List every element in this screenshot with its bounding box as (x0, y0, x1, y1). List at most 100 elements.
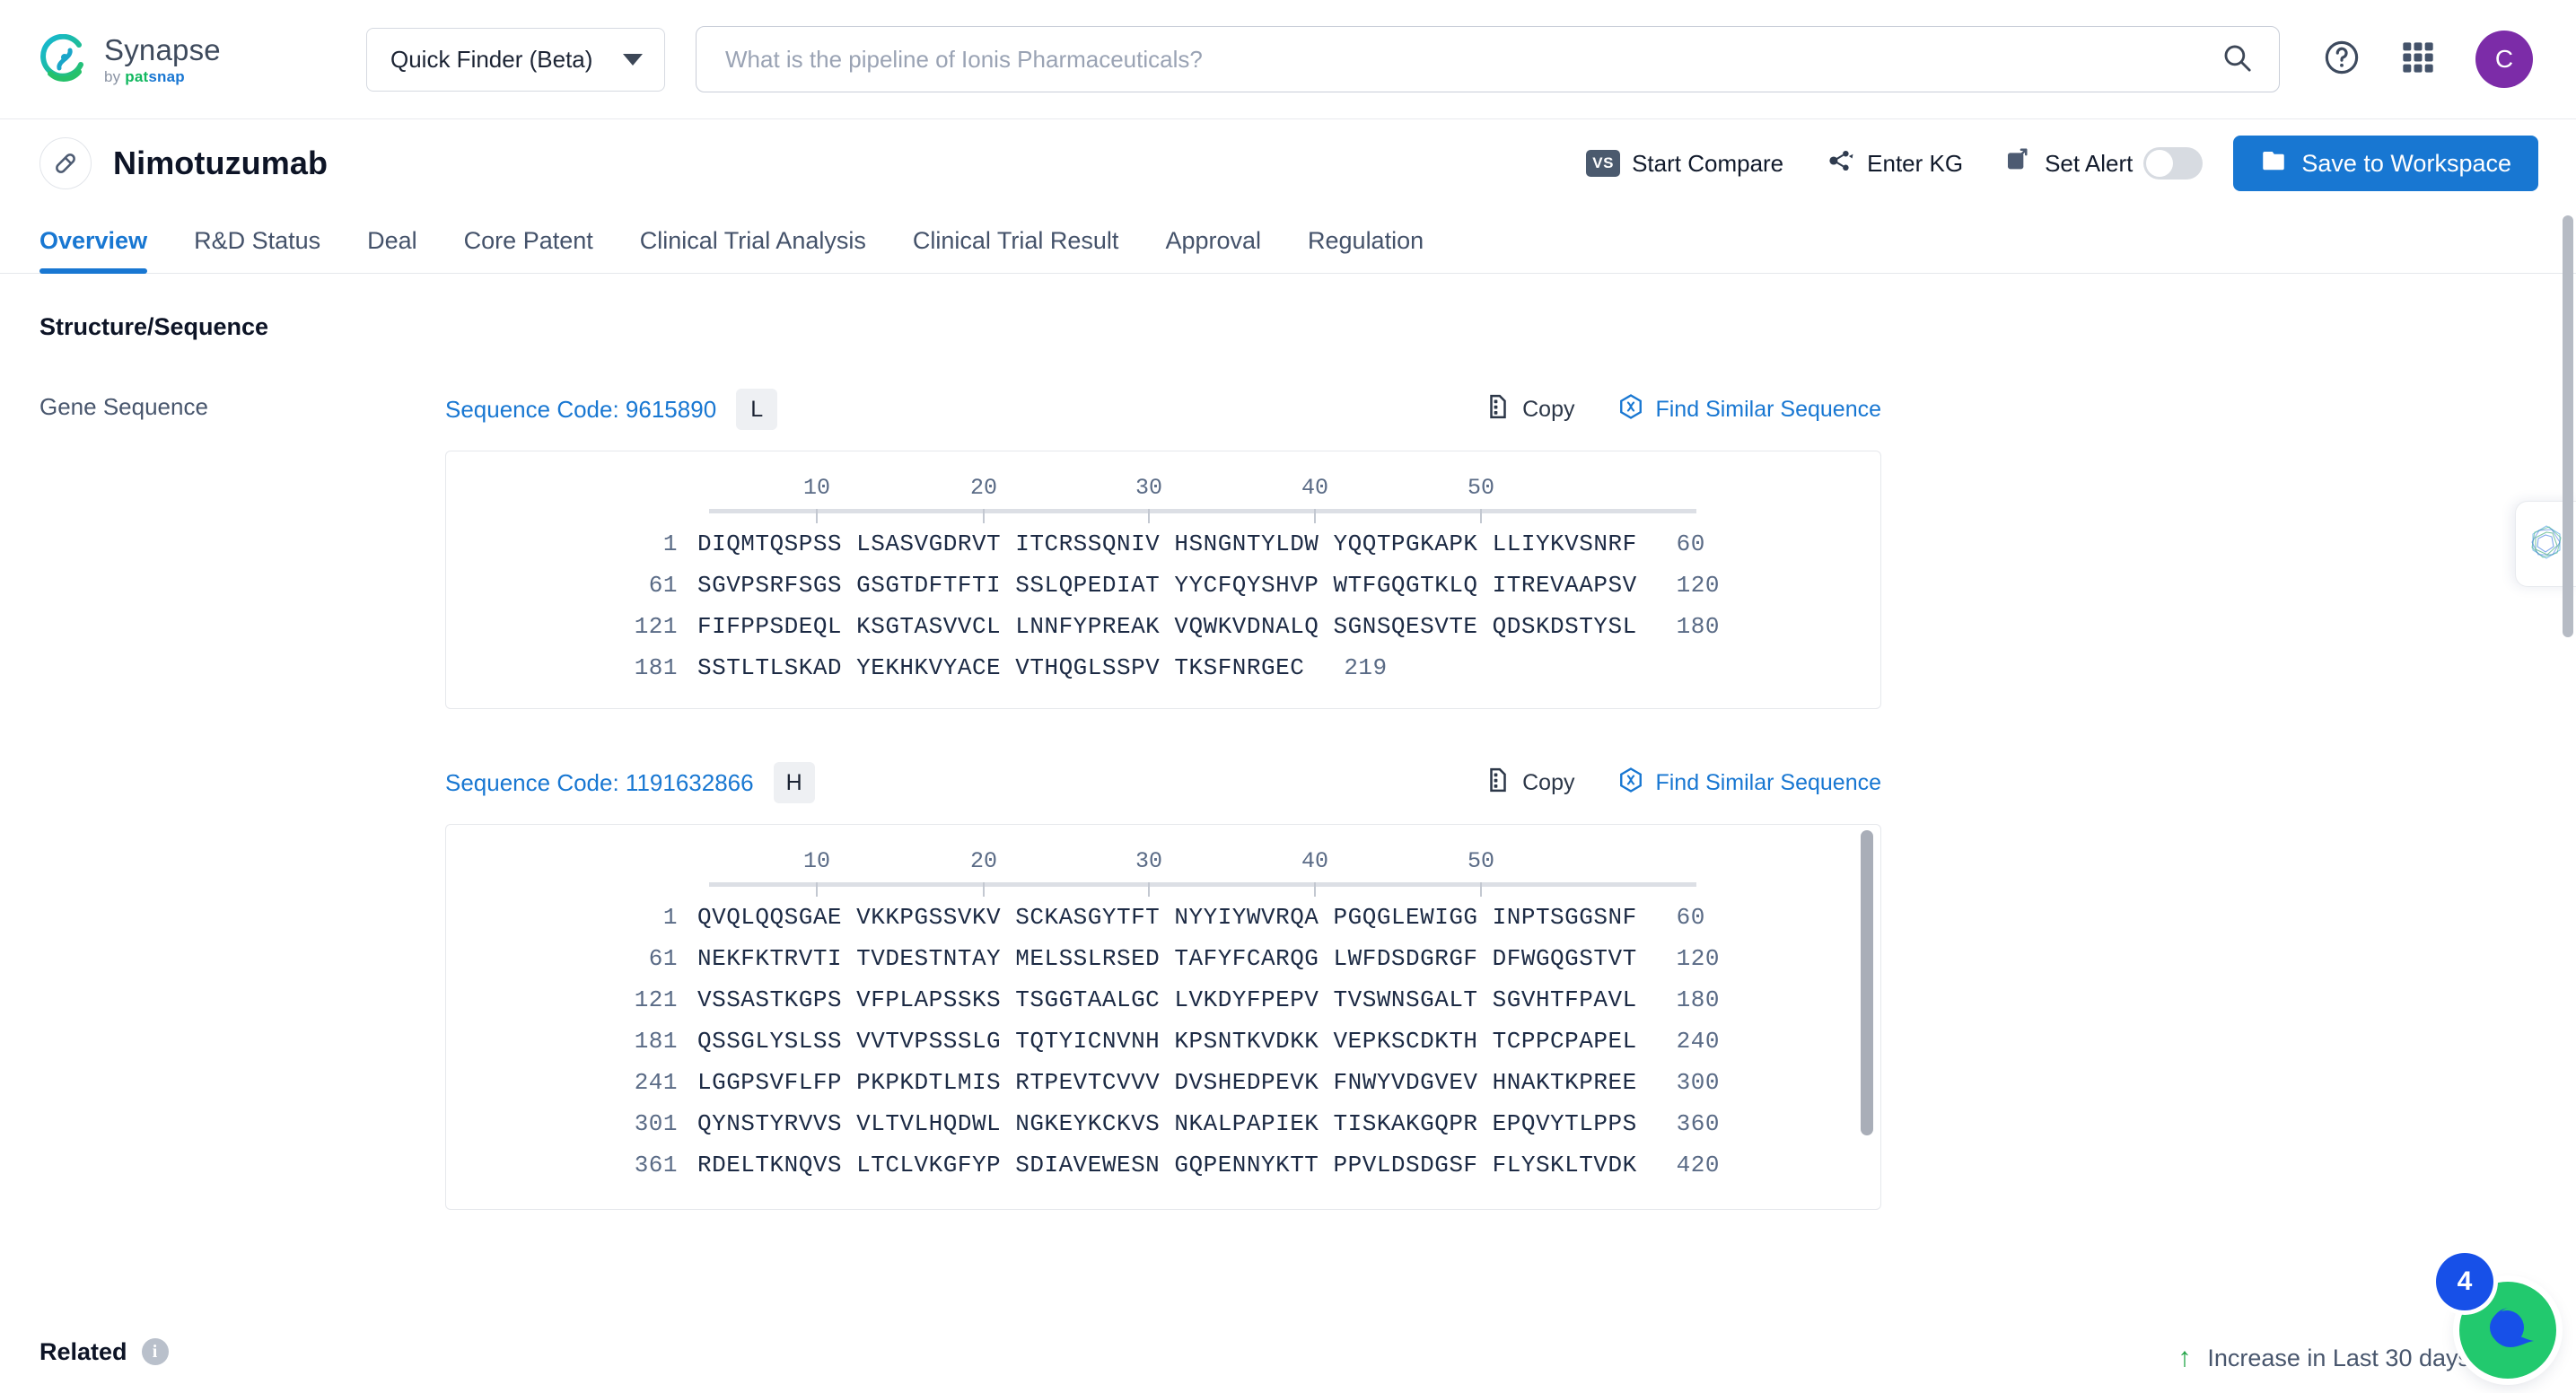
line-residues: SGVPSRFSGS GSGTDFTFTI SSLQPEDIAT YYCFQYS… (697, 572, 1637, 599)
line-start-index: 61 (648, 572, 678, 599)
line-end-index: 420 (1676, 1152, 1720, 1178)
section-title-structure-sequence: Structure/Sequence (39, 313, 269, 340)
save-to-workspace-button[interactable]: Save to Workspace (2233, 136, 2538, 191)
tab-deal[interactable]: Deal (344, 227, 441, 273)
synapse-logo-icon (39, 33, 90, 84)
sequence-line: 121 VSSASTKGPS VFPLAPSSKS TSGGTAALGC LVK… (446, 979, 1880, 1021)
related-section-header: Related i (39, 1310, 169, 1393)
help-icon[interactable] (2323, 39, 2361, 81)
chain-badge-1: L (736, 389, 778, 430)
brand-tagline: by patsnap (104, 67, 185, 85)
copy-label-2: Copy (1522, 769, 1575, 795)
sequence-line: 301 QYNSTYRVVS VLTVLHQDWL NGKEYKCKVS NKA… (446, 1103, 1880, 1144)
enter-kg-button[interactable]: Enter KG (1825, 145, 1963, 182)
page-title: Nimotuzumab (113, 145, 329, 181)
ruler-tick-10: 10 (802, 848, 831, 874)
set-alert-button[interactable]: Set Alert (2004, 146, 2133, 181)
save-to-workspace-label: Save to Workspace (2301, 149, 2511, 177)
knowledge-graph-icon (1825, 145, 1855, 182)
line-end-index: 300 (1676, 1069, 1720, 1096)
sequence-line: 1 QVQLQQSGAE VKKPGSSVKV SCKASGYTFT NYYIY… (446, 897, 1880, 938)
sequence-line: 361 RDELTKNQVS LTCLVKGFYP SDIAVEWESN GQP… (446, 1144, 1880, 1186)
enter-kg-label: Enter KG (1867, 149, 1964, 177)
spiral-rosette-icon (2527, 522, 2566, 566)
copy-icon (1485, 767, 1511, 800)
search-icon[interactable] (2221, 42, 2252, 77)
line-start-index: 241 (634, 1069, 678, 1096)
ruler-tick-30: 30 (1135, 475, 1163, 501)
sequence-scrollbar[interactable] (1861, 830, 1873, 1135)
sequence-ruler-1: 10 20 30 40 50 (446, 475, 1880, 523)
line-end-index: 219 (1344, 654, 1388, 681)
tab-clinical-trial-analysis[interactable]: Clinical Trial Analysis (617, 227, 889, 273)
ruler-tick-40: 40 (1301, 848, 1329, 874)
sequence-line: 121 FIFPPSDEQL KSGTASVVCL LNNFYPREAK VQW… (446, 606, 1880, 647)
vs-icon: VS (1586, 150, 1621, 177)
tab-approval[interactable]: Approval (1142, 227, 1284, 273)
line-end-index: 60 (1676, 530, 1705, 557)
line-end-index: 120 (1676, 572, 1720, 599)
line-start-index: 1 (662, 904, 678, 931)
line-start-index: 361 (634, 1152, 678, 1178)
apps-grid-icon[interactable] (2400, 39, 2436, 80)
tab-bar: Overview R&D Status Deal Core Patent Cli… (0, 207, 2576, 274)
gene-sequence-row: Gene Sequence Sequence Code: 9615890 L C… (39, 388, 2537, 1210)
line-end-index: 60 (1676, 904, 1705, 931)
sequence-viewer-1: 10 20 30 40 50 1 DIQMTQSPSS LSASVGDRVT I… (445, 451, 1881, 709)
sequence-code-link-2[interactable]: Sequence Code: 1191632866 (445, 769, 754, 797)
entity-header: Nimotuzumab VS Start Compare Enter KG Se… (0, 119, 2576, 207)
find-similar-label-2: Find Similar Sequence (1655, 769, 1881, 795)
line-start-index: 61 (648, 945, 678, 972)
line-residues: RDELTKNQVS LTCLVKGFYP SDIAVEWESN GQPENNY… (697, 1152, 1637, 1178)
info-icon[interactable]: i (141, 1338, 169, 1365)
copy-sequence-button-1[interactable]: Copy (1485, 393, 1574, 426)
sequence-line: 241 LGGPSVFLFP PKPKDTLMIS RTPEVTCVVV DVS… (446, 1062, 1880, 1103)
ruler-tick-40: 40 (1301, 475, 1329, 501)
tab-rd-status[interactable]: R&D Status (171, 227, 344, 273)
pill-icon (39, 137, 92, 189)
brand-name: Synapse (104, 32, 221, 66)
top-navigation-bar: Synapse by patsnap Quick Finder (Beta) W… (0, 0, 2576, 119)
related-title: Related (39, 1337, 127, 1365)
gene-sequence-label: Gene Sequence (39, 393, 208, 420)
line-residues: NEKFKTRVTI TVDESTNTAY MELSSLRSED TAFYFCA… (697, 945, 1637, 972)
copy-label-1: Copy (1522, 396, 1575, 422)
ruler-tick-30: 30 (1135, 848, 1163, 874)
line-start-index: 121 (634, 986, 678, 1013)
increase-label: Increase in Last 30 days (2207, 1344, 2470, 1371)
sequence-block-light-chain: Sequence Code: 9615890 L Copy Find Simil… (445, 388, 1881, 709)
line-end-index: 360 (1676, 1110, 1720, 1137)
quick-finder-label: Quick Finder (Beta) (390, 45, 593, 73)
line-residues: SSTLTLSKAD YEKHKVYACE VTHQGLSSPV TKSFNRG… (697, 654, 1305, 681)
avatar-initial: C (2494, 45, 2514, 73)
sequence-code-link-1[interactable]: Sequence Code: 9615890 (445, 396, 716, 424)
set-alert-toggle[interactable] (2143, 147, 2204, 180)
tab-clinical-trial-result[interactable]: Clinical Trial Result (889, 227, 1143, 273)
quick-finder-dropdown[interactable]: Quick Finder (Beta) (366, 27, 665, 92)
ruler-tick-50: 50 (1467, 848, 1495, 874)
sequence-line: 181 QSSGLYSLSS VVTVPSSSLG TQTYICNVNH KPS… (446, 1021, 1880, 1062)
copy-sequence-button-2[interactable]: Copy (1485, 767, 1574, 800)
folder-icon (2260, 147, 2287, 180)
brand-logo[interactable]: Synapse by patsnap (39, 32, 327, 85)
search-bar[interactable] (696, 26, 2280, 92)
tab-regulation[interactable]: Regulation (1284, 227, 1447, 273)
main-content: Structure/Sequence Gene Sequence Sequenc… (0, 274, 2576, 1210)
line-end-index: 180 (1676, 986, 1720, 1013)
sequence-ruler-2: 10 20 30 40 50 (446, 848, 1880, 897)
find-similar-sequence-icon (1617, 767, 1644, 800)
tab-core-patent[interactable]: Core Patent (441, 227, 617, 273)
line-start-index: 181 (634, 1028, 678, 1055)
line-residues: QYNSTYRVVS VLTVLHQDWL NGKEYKCKVS NKALPAP… (697, 1110, 1637, 1137)
find-similar-sequence-button-1[interactable]: Find Similar Sequence (1617, 393, 1881, 426)
find-similar-sequence-button-2[interactable]: Find Similar Sequence (1617, 767, 1881, 800)
search-input[interactable] (725, 45, 2221, 74)
avatar[interactable]: C (2475, 31, 2533, 88)
tab-overview[interactable]: Overview (39, 227, 171, 274)
copy-icon (1485, 393, 1511, 426)
sequence-line: 61 SGVPSRFSGS GSGTDFTFTI SSLQPEDIAT YYCF… (446, 565, 1880, 606)
find-similar-label-1: Find Similar Sequence (1655, 396, 1881, 422)
find-similar-sequence-icon (1617, 393, 1644, 426)
page-scrollbar[interactable] (2563, 215, 2573, 637)
start-compare-button[interactable]: VS Start Compare (1586, 150, 1783, 178)
